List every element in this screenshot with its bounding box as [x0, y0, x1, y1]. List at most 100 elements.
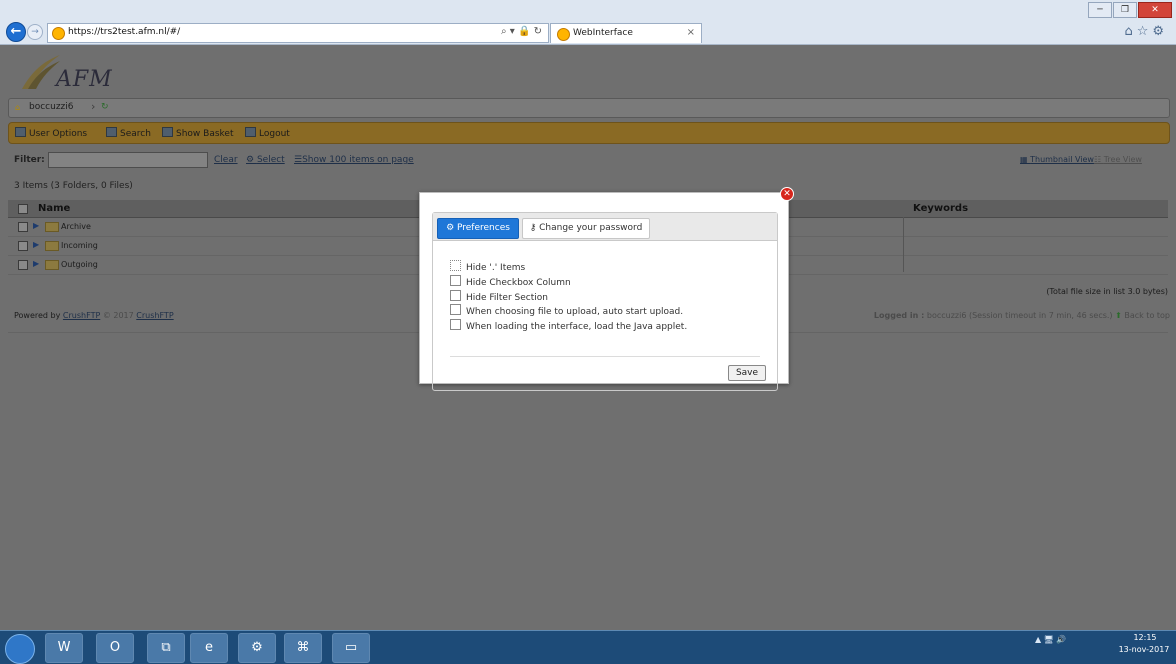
logged-in-text: boccuzzi6 (Session timeout in 7 min, 46 …: [926, 311, 1113, 320]
option-hide-dot-items[interactable]: Hide '.' Items: [450, 260, 525, 273]
basket-icon: [162, 127, 173, 137]
option-hide-checkbox-column[interactable]: Hide Checkbox Column: [450, 275, 571, 288]
filter-label: Filter:: [14, 155, 45, 165]
row-checkbox[interactable]: [18, 241, 28, 251]
user-options-icon: [15, 127, 26, 137]
select-all-checkbox[interactable]: [18, 204, 28, 214]
list-icon: ☰: [294, 155, 303, 165]
taskbar-word[interactable]: W: [45, 633, 83, 663]
taskbar-app-3[interactable]: ⧉: [147, 633, 185, 663]
taskbar-outlook[interactable]: O: [96, 633, 134, 663]
home-icon[interactable]: ⌂: [15, 103, 20, 112]
checkbox[interactable]: [450, 275, 461, 286]
option-label: Hide Filter Section: [466, 293, 548, 303]
option-load-java-applet[interactable]: When loading the interface, load the Jav…: [450, 319, 687, 332]
breadcrumb: ⌂ boccuzzi6 › ↻: [8, 98, 1170, 118]
option-hide-filter-section[interactable]: Hide Filter Section: [450, 290, 548, 303]
restore-button[interactable]: ❐: [1113, 2, 1137, 18]
show-100-link[interactable]: ☰Show 100 items on page: [294, 155, 414, 165]
taskbar-app-6[interactable]: ⌘: [284, 633, 322, 663]
option-label: Hide '.' Items: [466, 263, 526, 273]
taskbar: W O ⧉ e ⚙ ⌘ ▭ ▲ 🖥 🔊 12:15 13-nov-2017: [0, 630, 1176, 664]
tree-view-label: Tree View: [1103, 155, 1142, 164]
taskbar-file-explorer[interactable]: ▭: [332, 633, 370, 663]
site-favicon-icon: [52, 27, 65, 40]
back-to-top-icon: ⬆: [1115, 311, 1122, 320]
checkbox[interactable]: [450, 290, 461, 301]
tab-change-password[interactable]: ⚷ Change your password: [522, 218, 650, 239]
expand-arrow-icon[interactable]: ▶: [33, 240, 39, 249]
option-auto-start-upload[interactable]: When choosing file to upload, auto start…: [450, 304, 683, 317]
logout-button[interactable]: Logout: [245, 127, 290, 139]
browser-tab[interactable]: WebInterface ×: [550, 23, 702, 43]
main-toolbar: User Options Search Show Basket Logout: [8, 122, 1170, 144]
thumbnail-view-label: Thumbnail View: [1030, 155, 1094, 164]
close-icon[interactable]: ✕: [780, 187, 794, 201]
system-tray-icons[interactable]: ▲ 🖥 🔊: [1035, 635, 1066, 644]
browser-chrome: ─ ❐ ✕ ← → https://trs2test.afm.nl/#/ ⌕ ▾ 🔒…: [0, 0, 1176, 45]
row-checkbox[interactable]: [18, 260, 28, 270]
filter-input[interactable]: [48, 152, 208, 168]
search-icon: [106, 127, 117, 137]
clock-time[interactable]: 12:15: [1123, 633, 1167, 642]
tab-preferences[interactable]: ⚙ Preferences: [437, 218, 519, 239]
save-button[interactable]: Save: [728, 365, 766, 381]
taskbar-app-5[interactable]: ⚙: [238, 633, 276, 663]
forward-button[interactable]: →: [27, 24, 43, 40]
row-checkbox[interactable]: [18, 222, 28, 232]
checkbox[interactable]: [450, 304, 461, 315]
expand-arrow-icon[interactable]: ▶: [33, 259, 39, 268]
tab-preferences-label: Preferences: [457, 223, 510, 233]
select-link[interactable]: ⚙ Select: [246, 155, 285, 165]
folder-name[interactable]: Incoming: [61, 241, 98, 250]
folder-icon: [45, 260, 59, 270]
tree-icon: ☷: [1094, 155, 1104, 164]
search-label: Search: [120, 129, 151, 139]
user-options-label: User Options: [29, 129, 88, 139]
folder-icon: [45, 222, 59, 232]
powered-prefix: Powered by: [14, 311, 61, 320]
browser-tools-icons[interactable]: ⌂☆⚙: [1124, 24, 1168, 39]
crushftp-link[interactable]: CrushFTP: [63, 311, 100, 320]
gear-icon: ⚙: [246, 155, 257, 165]
expand-arrow-icon[interactable]: ▶: [33, 221, 39, 230]
logout-label: Logout: [259, 129, 290, 139]
refresh-icon[interactable]: ↻: [101, 102, 109, 112]
address-bar-icons[interactable]: ⌕ ▾ 🔒 ↻: [501, 26, 542, 37]
thumbnail-view-link[interactable]: ▦ Thumbnail View: [1020, 155, 1094, 164]
column-header-keywords[interactable]: Keywords: [913, 203, 968, 214]
items-count: 3 Items (3 Folders, 0 Files): [14, 181, 133, 191]
back-button[interactable]: ←: [6, 22, 26, 42]
options-tabs: ⚙ Preferences ⚷ Change your password Hid…: [432, 212, 778, 391]
clear-link[interactable]: Clear: [214, 155, 238, 165]
show-basket-label: Show Basket: [176, 129, 234, 139]
column-header-name[interactable]: Name: [38, 203, 70, 214]
back-to-top-link[interactable]: Back to top: [1124, 311, 1170, 320]
folder-name[interactable]: Outgoing: [61, 260, 98, 269]
folder-name[interactable]: Archive: [61, 222, 91, 231]
start-button[interactable]: [5, 634, 35, 664]
column-separator: [903, 217, 904, 272]
show-100-label: Show 100 items on page: [302, 155, 414, 165]
user-options-button[interactable]: User Options: [15, 127, 87, 139]
tree-view-link[interactable]: ☷ Tree View: [1094, 155, 1142, 164]
logout-icon: [245, 127, 256, 137]
checkbox[interactable]: [450, 260, 461, 271]
divider: [450, 356, 760, 357]
close-window-button[interactable]: ✕: [1138, 2, 1172, 18]
crushftp-link-2[interactable]: CrushFTP: [136, 311, 173, 320]
address-bar[interactable]: https://trs2test.afm.nl/#/ ⌕ ▾ 🔒 ↻: [47, 23, 549, 43]
search-button[interactable]: Search: [106, 127, 151, 139]
minimize-button[interactable]: ─: [1088, 2, 1112, 18]
show-basket-button[interactable]: Show Basket: [162, 127, 233, 139]
select-label: Select: [256, 155, 285, 165]
breadcrumb-user[interactable]: boccuzzi6: [29, 102, 74, 112]
clock-date[interactable]: 13-nov-2017: [1117, 645, 1171, 654]
tab-title: WebInterface: [573, 28, 633, 38]
key-icon: ⚷: [529, 223, 540, 233]
tab-close-icon[interactable]: ×: [687, 27, 695, 38]
user-options-dialog: ✕ ⚙ Preferences ⚷ Change your password H…: [419, 187, 794, 391]
filter-section: Filter: Clear ⚙ Select ☰Show 100 items o…: [0, 151, 1176, 169]
taskbar-internet-explorer[interactable]: e: [190, 633, 228, 663]
checkbox[interactable]: [450, 319, 461, 330]
